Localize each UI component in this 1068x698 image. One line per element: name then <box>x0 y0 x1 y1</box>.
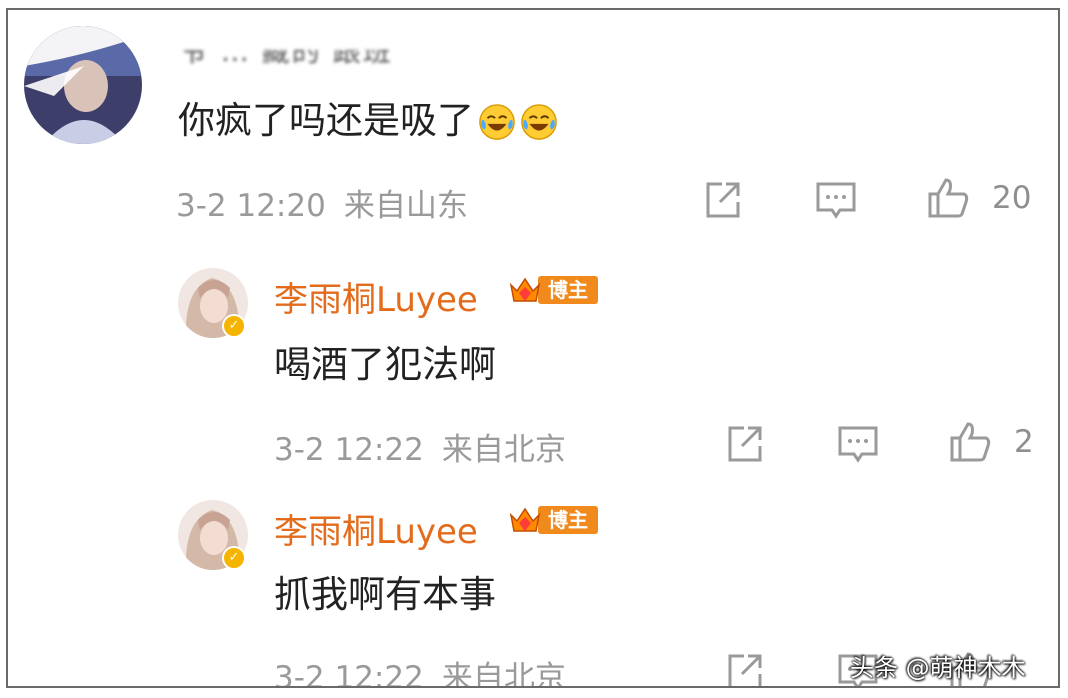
top-commenter-avatar[interactable] <box>24 26 142 144</box>
like-count: 20 <box>992 180 1032 216</box>
comment-icon[interactable] <box>836 422 880 466</box>
comment-time: 3-2 12:22 <box>274 660 424 688</box>
laugh-cry-emoji-icon <box>521 104 557 140</box>
laugh-cry-emoji-icon <box>479 104 515 140</box>
comment-thread: 爷 … 藏的 跟班 你疯了吗还是吸了 3-2 12:20 来自山东 20 ✓ 李… <box>6 8 1060 688</box>
crown-icon <box>509 507 541 532</box>
reply-text: 喝酒了犯法啊 <box>274 343 496 386</box>
reply-meta: 3-2 12:22 来自北京 <box>274 652 566 688</box>
comment-icon[interactable] <box>814 178 858 222</box>
share-icon[interactable] <box>700 178 744 222</box>
top-commenter-name[interactable]: 爷 … 藏的 跟班 <box>180 30 393 64</box>
blogger-badge: 博主 <box>508 504 598 536</box>
top-comment-text: 你疯了吗还是吸了 <box>178 90 558 144</box>
reply-meta: 3-2 12:22 来自北京 <box>274 424 566 469</box>
replier-username[interactable]: 李雨桐Luyee <box>274 504 478 553</box>
replier-username[interactable]: 李雨桐Luyee <box>274 272 478 321</box>
comment-body: 你疯了吗还是吸了 <box>178 99 474 142</box>
like-icon[interactable] <box>948 420 992 464</box>
comment-location: 来自北京 <box>441 660 566 688</box>
share-icon[interactable] <box>722 422 766 466</box>
watermark: 头条 @萌神木木 <box>850 654 1026 682</box>
top-comment-meta: 3-2 12:20 来自山东 <box>176 180 468 225</box>
blogger-badge: 博主 <box>508 274 598 306</box>
avatar-image <box>24 26 142 144</box>
verified-badge-icon: ✓ <box>222 546 246 570</box>
comment-time: 3-2 12:22 <box>274 432 424 468</box>
reply-text: 抓我啊有本事 <box>274 573 496 616</box>
verified-badge-icon: ✓ <box>222 314 246 338</box>
comment-location: 来自北京 <box>441 432 566 468</box>
comment-time: 3-2 12:20 <box>176 188 326 224</box>
share-icon[interactable] <box>722 650 766 686</box>
comment-location: 来自山东 <box>343 188 468 224</box>
badge-label: 博主 <box>538 506 598 534</box>
like-icon[interactable] <box>926 176 970 220</box>
like-count: 2 <box>1014 424 1034 460</box>
badge-label: 博主 <box>538 276 598 304</box>
crown-icon <box>509 277 541 302</box>
